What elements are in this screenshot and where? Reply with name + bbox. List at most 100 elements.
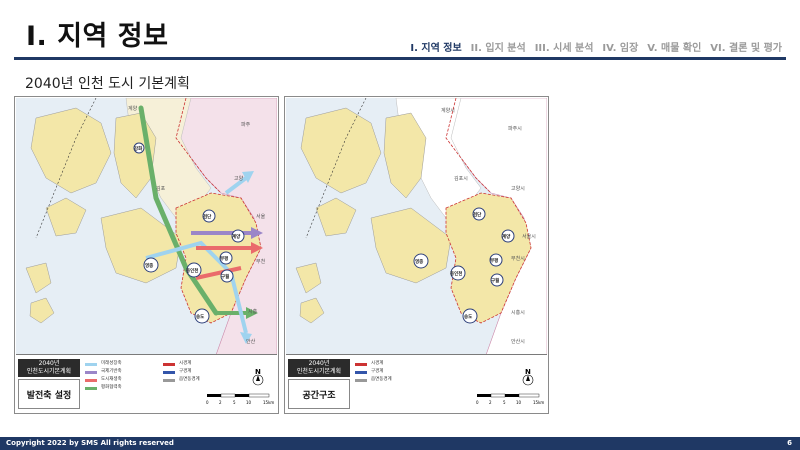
development-axis-map: 계양 파주 고양 김포 서울 부천 시흥 안산 강화 영종 검단 계양 동인천 …: [16, 98, 277, 355]
legend-item-city-boundary: 시경계: [163, 360, 200, 368]
nav-item-price-analysis[interactable]: III. 시세 분석: [535, 39, 594, 54]
label-seoul-si: 서울시: [522, 233, 536, 240]
legend-label-dong-boundary: 읍면동경계: [179, 377, 200, 382]
label-gimpo: 김포: [156, 185, 166, 192]
svg-text:강화: 강화: [134, 145, 143, 152]
label-paju-si: 파주시: [508, 125, 522, 132]
boundary-legend-list: 시경계 구경계 읍면동경계: [355, 360, 392, 384]
swatch-regen: [85, 378, 97, 382]
spatial-structure-map: 계양시 파주시 김포시 고양시 서울시 부천시 시흥시 안산시 영종 검단 계양…: [286, 98, 547, 355]
page-number: 6: [787, 439, 792, 447]
center-yeongjong: 영종: [143, 257, 159, 273]
label-bucheon: 부천: [256, 258, 266, 265]
scale-bar: N 0 2 5 10 15km: [476, 368, 544, 405]
scale-tick-0: 0: [206, 400, 209, 405]
swatch-dong-boundary: [163, 378, 175, 382]
legend-item-city-boundary: 시경계: [355, 360, 392, 368]
swatch-city-boundary: [355, 362, 367, 366]
svg-text:영종: 영종: [415, 258, 423, 265]
header-divider: [14, 57, 786, 60]
swatch-dong-boundary: [355, 378, 367, 382]
legend-item-future: 미래성장축: [85, 360, 122, 368]
legend-plan-title: 2040년 인천도시기본계획: [18, 359, 80, 377]
label-ansan: 안산: [246, 338, 256, 345]
center-geomdan: 검단: [202, 209, 216, 223]
legend-label-peace: 평화협력축: [101, 385, 122, 390]
scale-tick-5: 5: [233, 400, 236, 405]
label-paju: 파주: [241, 121, 251, 128]
legend-item-intl: 국제기반축: [85, 368, 122, 376]
scale-tick-5: 5: [503, 400, 506, 405]
scale-tick-0: 0: [476, 400, 479, 405]
svg-text:계양: 계양: [232, 233, 241, 240]
legend-item-dong-boundary: 읍면동경계: [355, 376, 392, 384]
svg-text:구월: 구월: [221, 273, 229, 280]
swatch-peace: [85, 386, 97, 390]
svg-text:부평: 부평: [490, 257, 498, 264]
nav-item-conclusion[interactable]: VI. 결론 및 평가: [710, 39, 782, 54]
scale-tick-2: 2: [219, 400, 222, 405]
label-goyang: 고양: [234, 175, 244, 182]
spatial-structure-panel: 계양시 파주시 김포시 고양시 서울시 부천시 시흥시 안산시 영종 검단 계양…: [284, 96, 549, 414]
svg-text:송도: 송도: [464, 313, 472, 320]
center-guwol: 구월: [490, 273, 504, 287]
label-bucheon-si: 부천시: [511, 255, 525, 262]
center-songdo: 송도: [462, 308, 478, 324]
development-axis-panel: 계양 파주 고양 김포 서울 부천 시흥 안산 강화 영종 검단 계양 동인천 …: [14, 96, 279, 414]
label-goyang-si: 고양시: [511, 185, 525, 192]
legend-plan-title-line: 2040년 인천도시기본계획: [296, 360, 342, 375]
legend-label-regen: 도시재생축: [101, 377, 122, 382]
nav-item-location-analysis[interactable]: II. 입지 분석: [471, 39, 526, 54]
svg-text:영종: 영종: [145, 262, 153, 269]
center-ganghwa: 강화: [133, 142, 145, 154]
section-subtitle: 2040년 인천 도시 기본계획: [25, 76, 190, 92]
center-songdo: 송도: [194, 308, 210, 324]
legend-item-peace: 평화협력축: [85, 384, 122, 392]
label-seoul: 서울: [256, 213, 266, 220]
legend-label-gu-boundary: 구경계: [179, 369, 192, 374]
scale-bar: N 0 2 5 10 15km: [206, 368, 274, 405]
legend-label-dong-boundary: 읍면동경계: [371, 377, 392, 382]
swatch-future: [85, 362, 97, 366]
swatch-city-boundary: [163, 362, 175, 366]
legend-item-gu-boundary: 구경계: [163, 368, 200, 376]
legend-map-title: 발전축 설정: [18, 379, 80, 409]
legend-label-city-boundary: 시경계: [179, 361, 192, 366]
label-gyeyang: 계양: [128, 105, 138, 112]
swatch-intl: [85, 370, 97, 374]
svg-text:부평: 부평: [220, 255, 228, 262]
legend-label-intl: 국제기반축: [101, 369, 122, 374]
footer-bar: Copyright 2022 by SMS All rights reserve…: [0, 437, 800, 450]
scale-tick-15: 15km: [533, 400, 544, 405]
legend-label-gu-boundary: 구경계: [371, 369, 384, 374]
legend-label-future: 미래성장축: [101, 361, 122, 366]
boundary-legend-list: 시경계 구경계 읍면동경계: [163, 360, 200, 384]
label-siheung-si: 시흥시: [511, 309, 525, 316]
center-geomdan: 검단: [472, 207, 486, 221]
scale-tick-10: 10: [516, 400, 522, 405]
development-axis-legend: 2040년 인천도시기본계획 발전축 설정 미래성장축 국제기반축 도시재생축 …: [15, 356, 278, 413]
section-nav: I. 지역 정보 II. 입지 분석 III. 시세 분석 IV. 임장 V. …: [410, 39, 782, 54]
spatial-structure-map-graphic: 계양시 파주시 김포시 고양시 서울시 부천시 시흥시 안산시 영종 검단 계양…: [286, 98, 547, 354]
svg-text:검단: 검단: [203, 213, 212, 220]
spatial-structure-legend: 2040년 인천도시기본계획 공간구조 시경계 구경계 읍면동경계 N 0 2 …: [285, 356, 548, 413]
legend-item-dong-boundary: 읍면동경계: [163, 376, 200, 384]
center-gyeyang: 계양: [231, 229, 245, 243]
scale-tick-10: 10: [246, 400, 252, 405]
page-title: I. 지역 정보: [26, 21, 169, 52]
scale-tick-15: 15km: [263, 400, 274, 405]
legend-label-city-boundary: 시경계: [371, 361, 384, 366]
center-yeongjong: 영종: [413, 253, 429, 269]
nav-item-listing-check[interactable]: V. 매물 확인: [647, 39, 701, 54]
axis-legend-list: 미래성장축 국제기반축 도시재생축 평화협력축: [85, 360, 122, 392]
legend-item-regen: 도시재생축: [85, 376, 122, 384]
svg-text:구월: 구월: [491, 277, 499, 284]
svg-text:송도: 송도: [196, 313, 204, 320]
legend-map-title: 공간구조: [288, 379, 350, 409]
nav-item-site-visit[interactable]: IV. 임장: [602, 39, 638, 54]
center-bupyeong: 부평: [489, 253, 503, 267]
scale-tick-2: 2: [489, 400, 492, 405]
swatch-gu-boundary: [355, 370, 367, 374]
nav-item-regional-info[interactable]: I. 지역 정보: [410, 39, 461, 54]
copyright-text: Copyright 2022 by SMS All rights reserve…: [6, 439, 174, 447]
